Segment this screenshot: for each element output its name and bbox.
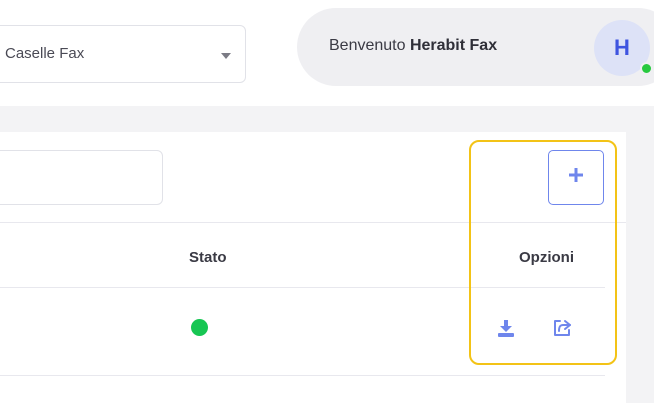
welcome-prefix: Benvenuto: [329, 37, 410, 54]
status-indicator: [191, 319, 208, 336]
fax-box-select-value: Caselle Fax: [5, 45, 85, 62]
add-button[interactable]: [548, 150, 604, 205]
plus-icon: [568, 167, 584, 188]
online-status-dot: [640, 62, 653, 75]
welcome-panel: Benvenuto Herabit Fax H: [297, 8, 654, 86]
avatar-initial: H: [614, 35, 630, 60]
table-row-divider: [0, 375, 605, 376]
fax-box-select[interactable]: Caselle Fax: [0, 25, 246, 83]
chevron-down-icon: [221, 53, 231, 59]
welcome-message: Benvenuto Herabit Fax: [329, 37, 497, 55]
user-name: Herabit Fax: [409, 37, 498, 54]
column-header-status: Stato: [189, 249, 227, 266]
search-input[interactable]: [0, 150, 163, 205]
